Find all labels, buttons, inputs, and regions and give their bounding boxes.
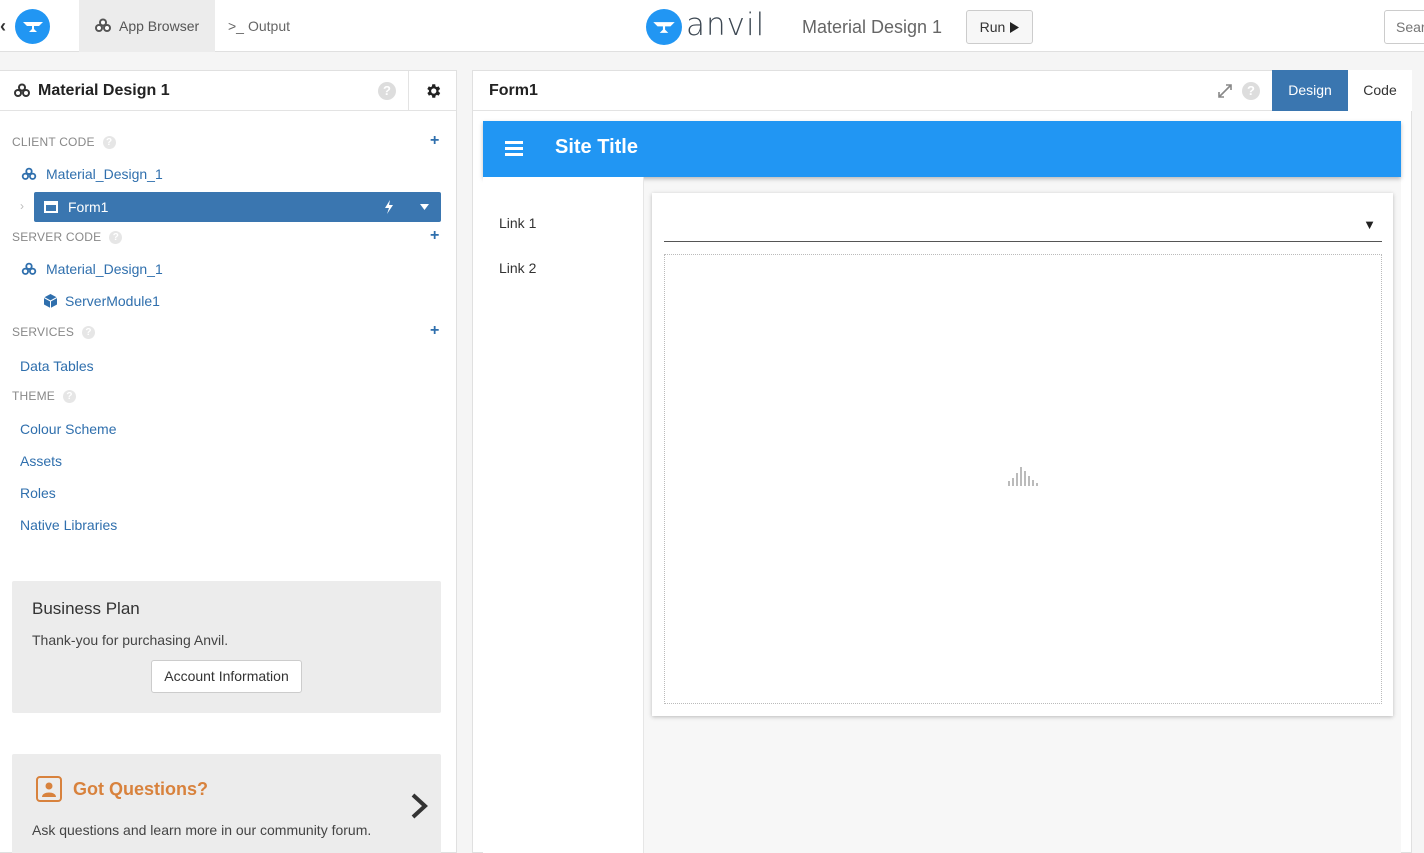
help-icon[interactable]: ? bbox=[102, 135, 116, 149]
sidebar-item-native-libraries[interactable]: Native Libraries bbox=[20, 517, 117, 533]
tab-output-label: Output bbox=[247, 18, 290, 34]
chevron-right-icon[interactable]: › bbox=[20, 199, 24, 213]
help-icon[interactable]: ? bbox=[82, 325, 96, 339]
packages-icon bbox=[14, 83, 30, 97]
settings-button[interactable] bbox=[408, 71, 456, 111]
client-code-section: CLIENT CODE ? bbox=[12, 135, 116, 149]
app-title-text: Material Design 1 bbox=[38, 82, 170, 99]
server-module-item[interactable]: ServerModule1 bbox=[44, 293, 160, 309]
preview-site-title[interactable]: Site Title bbox=[555, 136, 638, 159]
theme-label: THEME bbox=[12, 389, 55, 403]
help-icon[interactable]: ? bbox=[109, 230, 123, 244]
theme-section: THEME ? bbox=[12, 389, 76, 403]
got-questions-card[interactable]: Got Questions? Ask questions and learn m… bbox=[12, 754, 441, 853]
design-canvas: Site Title Link 1 Link 2 ▼ bbox=[483, 121, 1401, 853]
sidebar-item-form1[interactable]: Form1 bbox=[34, 192, 441, 222]
preview-dropdown[interactable]: ▼ bbox=[664, 209, 1382, 242]
server-package-item[interactable]: Material_Design_1 bbox=[20, 261, 163, 277]
preview-content-card: ▼ bbox=[652, 193, 1393, 716]
hamburger-icon[interactable] bbox=[505, 141, 523, 159]
form-editor-title: Form1 bbox=[489, 82, 538, 99]
caret-down-icon[interactable] bbox=[420, 204, 429, 210]
server-module-label: ServerModule1 bbox=[65, 293, 160, 309]
preview-link-2[interactable]: Link 2 bbox=[499, 260, 536, 276]
gear-icon bbox=[426, 84, 440, 98]
search-input[interactable] bbox=[1384, 10, 1424, 44]
lightning-icon[interactable] bbox=[384, 200, 394, 214]
help-icon[interactable]: ? bbox=[378, 82, 396, 100]
preview-app-bar: Site Title bbox=[483, 121, 1401, 177]
module-cube-icon bbox=[44, 294, 57, 308]
business-plan-text: Thank-you for purchasing Anvil. bbox=[32, 632, 229, 648]
run-button-label: Run bbox=[979, 19, 1006, 35]
server-code-label: SERVER CODE bbox=[12, 230, 102, 244]
person-icon bbox=[36, 776, 62, 802]
client-code-label: CLIENT CODE bbox=[12, 135, 95, 149]
expand-icon[interactable] bbox=[1217, 83, 1233, 99]
add-client-code-plus-icon[interactable]: + bbox=[430, 132, 439, 150]
app-browser-panel: Material Design 1 ? CLIENT CODE ? + Mate… bbox=[0, 70, 457, 853]
business-plan-title: Business Plan bbox=[32, 599, 140, 618]
got-questions-title: Got Questions? bbox=[73, 779, 208, 799]
app-title: Material Design 1 bbox=[12, 82, 170, 100]
form-editor-header: Form1 ? Design Code bbox=[473, 70, 1412, 111]
help-icon[interactable]: ? bbox=[1242, 82, 1260, 100]
app-browser-header: Material Design 1 ? bbox=[0, 71, 456, 111]
services-section: SERVICES ? bbox=[12, 325, 96, 339]
anvil-home-logo-icon[interactable] bbox=[15, 9, 50, 44]
business-plan-card: Business Plan Thank-you for purchasing A… bbox=[12, 581, 441, 713]
server-code-section: SERVER CODE ? bbox=[12, 230, 123, 244]
packages-icon bbox=[21, 262, 37, 275]
anvil-logo-icon bbox=[646, 9, 682, 45]
form-editor-panel: Form1 ? Design Code Site Title Link 1 Li… bbox=[472, 70, 1412, 853]
play-icon bbox=[1010, 21, 1020, 33]
account-information-button[interactable]: Account Information bbox=[151, 660, 302, 693]
back-chevron-icon[interactable]: ‹ bbox=[0, 16, 6, 37]
sidebar-item-assets[interactable]: Assets bbox=[20, 453, 62, 469]
anvil-brand: anvil bbox=[646, 7, 766, 45]
sidebar-item-roles[interactable]: Roles bbox=[20, 485, 56, 501]
chevron-right-icon[interactable] bbox=[410, 792, 430, 820]
sidebar-item-data-tables[interactable]: Data Tables bbox=[20, 358, 94, 374]
top-bar: ‹ App Browser >_ Output anvil Material D… bbox=[0, 0, 1424, 52]
plot-placeholder-icon bbox=[1008, 467, 1038, 486]
client-package-item[interactable]: Material_Design_1 bbox=[20, 166, 163, 182]
preview-plot-area[interactable] bbox=[664, 254, 1382, 704]
sidebar-item-colour-scheme[interactable]: Colour Scheme bbox=[20, 421, 117, 437]
brand-wordmark: anvil bbox=[686, 7, 766, 43]
add-server-code-plus-icon[interactable]: + bbox=[430, 227, 439, 245]
tab-design[interactable]: Design bbox=[1272, 70, 1348, 111]
services-label: SERVICES bbox=[12, 325, 75, 339]
client-package-label: Material_Design_1 bbox=[46, 166, 163, 182]
form1-label: Form1 bbox=[68, 199, 109, 215]
tab-app-browser[interactable]: App Browser bbox=[79, 0, 215, 52]
tab-code[interactable]: Code bbox=[1348, 70, 1412, 111]
form-icon bbox=[44, 201, 58, 213]
packages-icon bbox=[95, 18, 111, 32]
tab-output[interactable]: >_ Output bbox=[228, 0, 290, 52]
server-package-label: Material_Design_1 bbox=[46, 261, 163, 277]
packages-icon bbox=[21, 167, 37, 180]
add-service-plus-icon[interactable]: + bbox=[430, 322, 439, 340]
app-name: Material Design 1 bbox=[802, 17, 943, 37]
terminal-icon: >_ bbox=[228, 18, 244, 34]
preview-link-1[interactable]: Link 1 bbox=[499, 215, 536, 231]
run-button[interactable]: Run bbox=[966, 10, 1033, 44]
got-questions-text: Ask questions and learn more in our comm… bbox=[32, 822, 372, 838]
help-icon[interactable]: ? bbox=[63, 389, 76, 403]
tab-app-browser-label: App Browser bbox=[119, 18, 200, 34]
preview-sidebar: Link 1 Link 2 bbox=[483, 177, 644, 853]
caret-down-icon: ▼ bbox=[1363, 217, 1376, 232]
